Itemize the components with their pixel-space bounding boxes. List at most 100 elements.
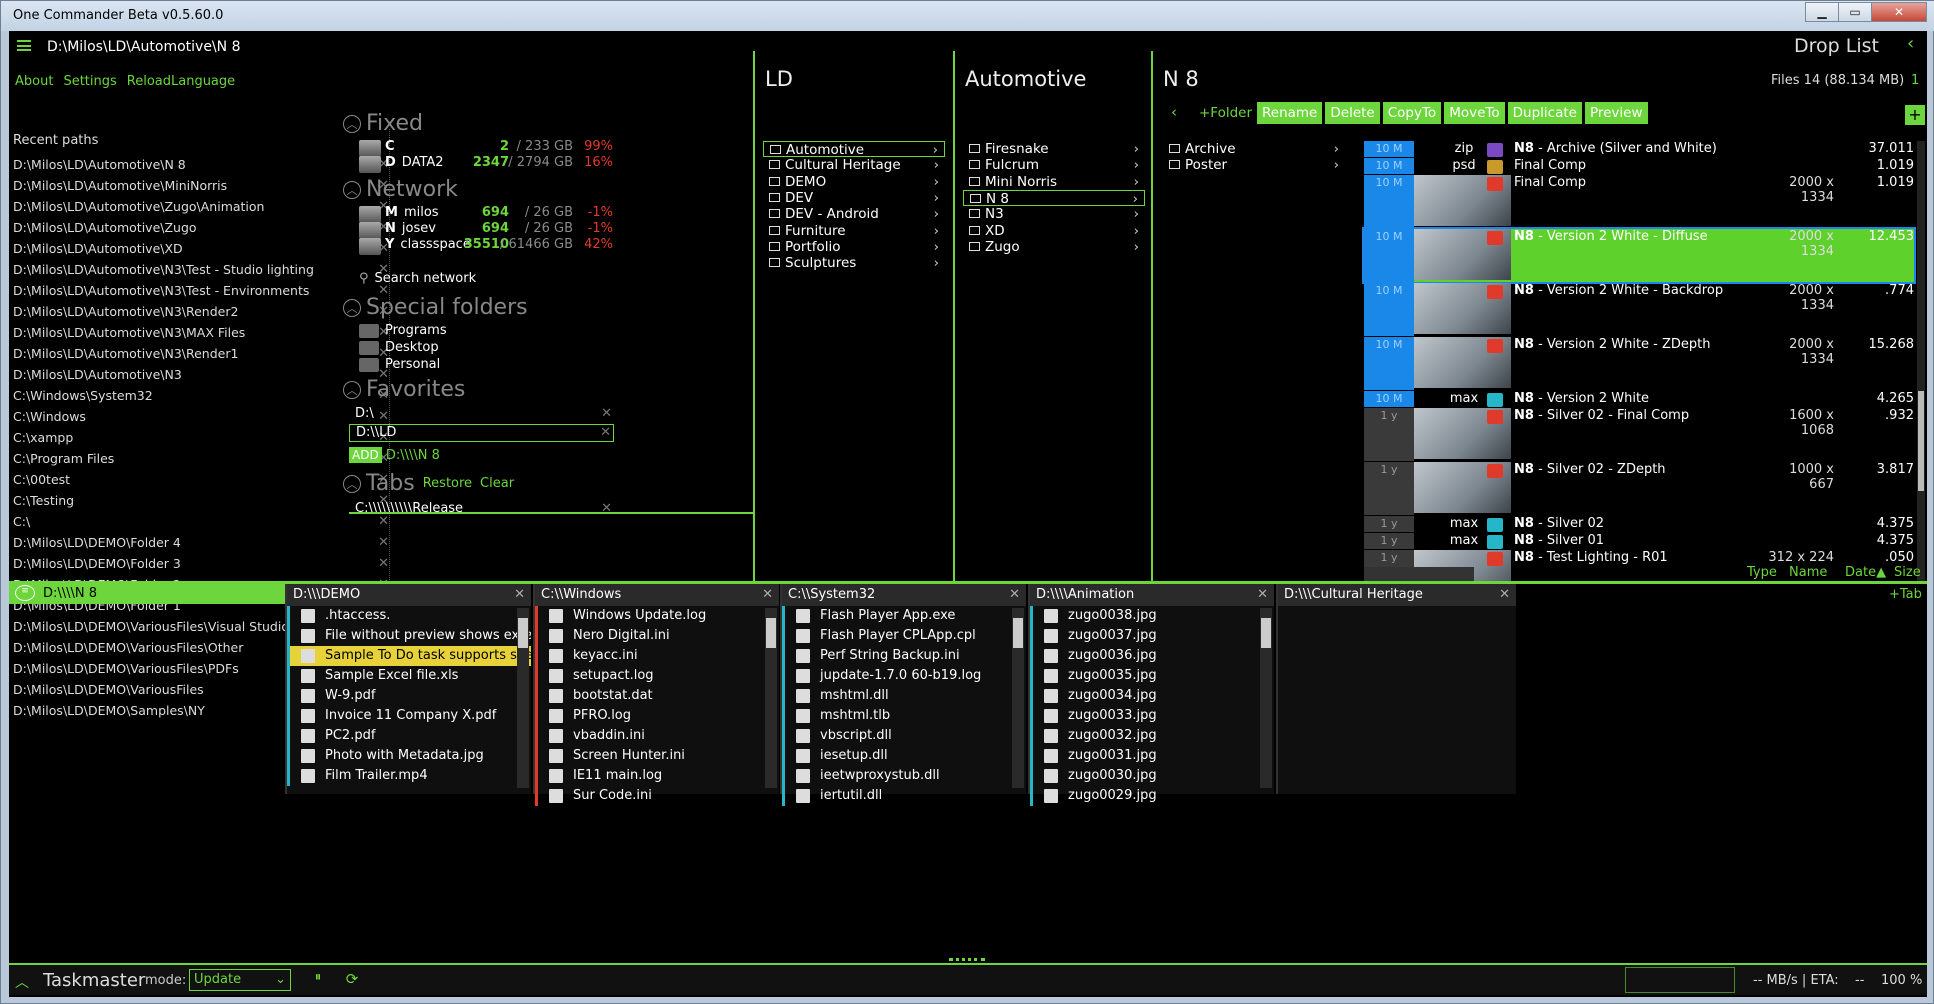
delete-button[interactable]: Delete: [1325, 102, 1380, 124]
menu-icon[interactable]: [17, 40, 31, 51]
folder-item[interactable]: XD ›: [963, 223, 1145, 239]
folder-item[interactable]: N3 ›: [963, 206, 1145, 222]
file-row[interactable]: 10 M max N8 - Version 2 White 4.265: [1364, 391, 1914, 407]
file-row[interactable]: 10 M zip N8 - Archive (Silver and White) 37…: [1364, 141, 1914, 157]
preview-button[interactable]: Preview: [1584, 102, 1648, 124]
recent-path-item[interactable]: D:\Milos\LD\Automotive\Zugo\Animation ✕: [13, 196, 391, 217]
close-icon[interactable]: ✕: [762, 584, 773, 606]
folder-item[interactable]: Archive ›: [1163, 141, 1345, 157]
folder-item[interactable]: Sculptures ›: [763, 255, 945, 271]
search-network[interactable]: ⚲ Search network: [359, 271, 476, 286]
list-item[interactable]: zugo0037.jpg: [1030, 626, 1274, 646]
tab-pane-title[interactable]: D:\\\DEMO ✕: [287, 584, 531, 606]
list-item[interactable]: vbaddin.ini: [535, 726, 779, 746]
list-item[interactable]: W-9.pdf: [287, 686, 531, 706]
back-icon[interactable]: ‹: [1171, 103, 1177, 121]
list-item[interactable]: vbscript.dll: [782, 726, 1026, 746]
special-folder-item[interactable]: Desktop: [359, 340, 559, 357]
folder-item[interactable]: Firesnake ›: [963, 141, 1145, 157]
recent-path-item[interactable]: D:\Milos\LD\Automotive\MiniNorris ✕: [13, 175, 391, 196]
scrollbar[interactable]: [765, 608, 777, 788]
tab-pane[interactable]: D:\\\Cultural Heritage ✕: [1276, 584, 1516, 794]
remove-icon[interactable]: ✕: [600, 425, 611, 440]
new-folder-button[interactable]: +Folder: [1199, 105, 1252, 121]
add-favorite-button[interactable]: ADD: [349, 447, 382, 463]
list-item[interactable]: IE11 main.log: [535, 766, 779, 786]
file-row[interactable]: 1 y N8 - Silver 02 - Final Comp 1600 x 106…: [1364, 408, 1914, 461]
recent-path-item[interactable]: D:\Milos\LD\Automotive\N3\Render1 ✕: [13, 343, 391, 364]
list-item[interactable]: iesetup.dll: [782, 746, 1026, 766]
folder-item[interactable]: Automotive ›: [763, 141, 945, 158]
list-item[interactable]: setupact.log: [535, 666, 779, 686]
minimize-button[interactable]: ▁: [1805, 2, 1839, 22]
list-item[interactable]: Windows Update.log: [535, 606, 779, 626]
folder-item[interactable]: Mini Norris ›: [963, 174, 1145, 190]
recent-path-item[interactable]: C:\Windows ✕: [13, 406, 391, 427]
settings-link[interactable]: Settings: [63, 74, 116, 89]
file-row[interactable]: 1 y max N8 - Silver 02 4.375: [1364, 516, 1914, 532]
list-item[interactable]: File without preview shows extension.rar: [287, 626, 531, 646]
recent-path-item[interactable]: C:\Program Files ✕: [13, 448, 391, 469]
about-link[interactable]: About: [15, 74, 53, 89]
list-item[interactable]: zugo0033.jpg: [1030, 706, 1274, 726]
recent-path-item[interactable]: D:\Milos\LD\DEMO\Folder 4 ✕: [13, 532, 391, 553]
drive-item[interactable]: Yclassspace 35510/ 61466 GB 42%: [359, 237, 613, 257]
resize-handle[interactable]: [949, 958, 985, 962]
moveto-button[interactable]: MoveTo: [1444, 102, 1505, 124]
list-item[interactable]: zugo0031.jpg: [1030, 746, 1274, 766]
recent-path-item[interactable]: D:\Milos\LD\Automotive\N3\Test - Studio …: [13, 259, 391, 280]
folder-item[interactable]: DEMO ›: [763, 174, 945, 190]
recent-path-item[interactable]: C:\ ✕: [13, 511, 391, 532]
folder-item[interactable]: Zugo ›: [963, 239, 1145, 255]
recent-path-item[interactable]: C:\Testing ✕: [13, 490, 391, 511]
reload-language-link[interactable]: ReloadLanguage: [127, 74, 235, 89]
list-item[interactable]: zugo0034.jpg: [1030, 686, 1274, 706]
saved-tab[interactable]: C:\\\\\\\\\\Release ✕: [349, 501, 614, 519]
list-item[interactable]: Sur Code.ini: [535, 786, 779, 806]
list-item[interactable]: Flash Player App.exe: [782, 606, 1026, 626]
sort-name[interactable]: Name: [1789, 565, 1827, 580]
file-row[interactable]: 10 M N8 - Version 2 White - ZDepth 2000 x …: [1364, 337, 1914, 390]
file-row[interactable]: 10 M psd Final Comp 1.019: [1364, 158, 1914, 174]
file-row[interactable]: 1 y N8 - Silver 02 - ZDepth 1000 x 667 3.81…: [1364, 462, 1914, 515]
sort-date[interactable]: Date▲: [1845, 565, 1886, 580]
close-icon[interactable]: ✕: [1257, 584, 1268, 606]
close-button[interactable]: ✕: [1871, 2, 1927, 22]
recent-path-item[interactable]: C:\00test ✕: [13, 469, 391, 490]
add-icon[interactable]: +: [1905, 105, 1925, 125]
list-item[interactable]: zugo0029.jpg: [1030, 786, 1274, 806]
special-folder-item[interactable]: Programs: [359, 323, 559, 340]
folder-item[interactable]: Furniture ›: [763, 223, 945, 239]
tab-pane-title[interactable]: D:\\\\Animation ✕: [1030, 584, 1274, 606]
list-item[interactable]: PFRO.log: [535, 706, 779, 726]
sort-size[interactable]: Size: [1894, 565, 1921, 580]
tab-pane-title[interactable]: C:\\System32 ✕: [782, 584, 1026, 606]
tabs-heading[interactable]: ︿ Tabs Restore Clear: [343, 471, 514, 496]
list-item[interactable]: zugo0036.jpg: [1030, 646, 1274, 666]
maximize-button[interactable]: ▭: [1838, 2, 1872, 22]
list-item[interactable]: Sample Excel file.xls: [287, 666, 531, 686]
tab-pane[interactable]: D:\\\\Animation ✕ zugo0038.jpg zugo0037.jpg…: [1028, 584, 1274, 806]
copyto-button[interactable]: CopyTo: [1382, 102, 1442, 124]
close-icon[interactable]: ✕: [514, 584, 525, 606]
recent-path-item[interactable]: D:\Milos\LD\Automotive\N 8 ✕: [13, 154, 391, 175]
list-item[interactable]: zugo0030.jpg: [1030, 766, 1274, 786]
folder-item[interactable]: Portfolio ›: [763, 239, 945, 255]
close-icon[interactable]: ✕: [1499, 584, 1510, 606]
add-favorite[interactable]: ADD D:\\\\N 8: [349, 447, 440, 463]
current-path[interactable]: D:\Milos\LD\Automotive\N 8: [47, 39, 240, 55]
list-item[interactable]: mshtml.dll: [782, 686, 1026, 706]
list-item[interactable]: mshtml.tlb: [782, 706, 1026, 726]
scrollbar[interactable]: [517, 608, 529, 788]
list-item[interactable]: Perf String Backup.ini: [782, 646, 1026, 666]
folder-item[interactable]: Cultural Heritage ›: [763, 157, 945, 173]
list-item[interactable]: Sample To Do task supports special cha..…: [287, 646, 531, 666]
sort-type[interactable]: Type: [1747, 565, 1777, 580]
drive-item[interactable]: D DATA2 2347/ 2794 GB 16%: [359, 155, 613, 175]
tab-pane[interactable]: D:\\\DEMO ✕ .htaccess. File without preview…: [285, 584, 531, 794]
file-row[interactable]: 10 M Final Comp 2000 x 1334 1.019: [1364, 175, 1914, 228]
list-item[interactable]: zugo0038.jpg: [1030, 606, 1274, 626]
file-row[interactable]: 10 M N8 - Version 2 White - Diffuse 2000 x…: [1362, 227, 1916, 284]
chevron-up-icon[interactable]: ︿: [15, 972, 29, 992]
rename-button[interactable]: Rename: [1257, 102, 1323, 124]
